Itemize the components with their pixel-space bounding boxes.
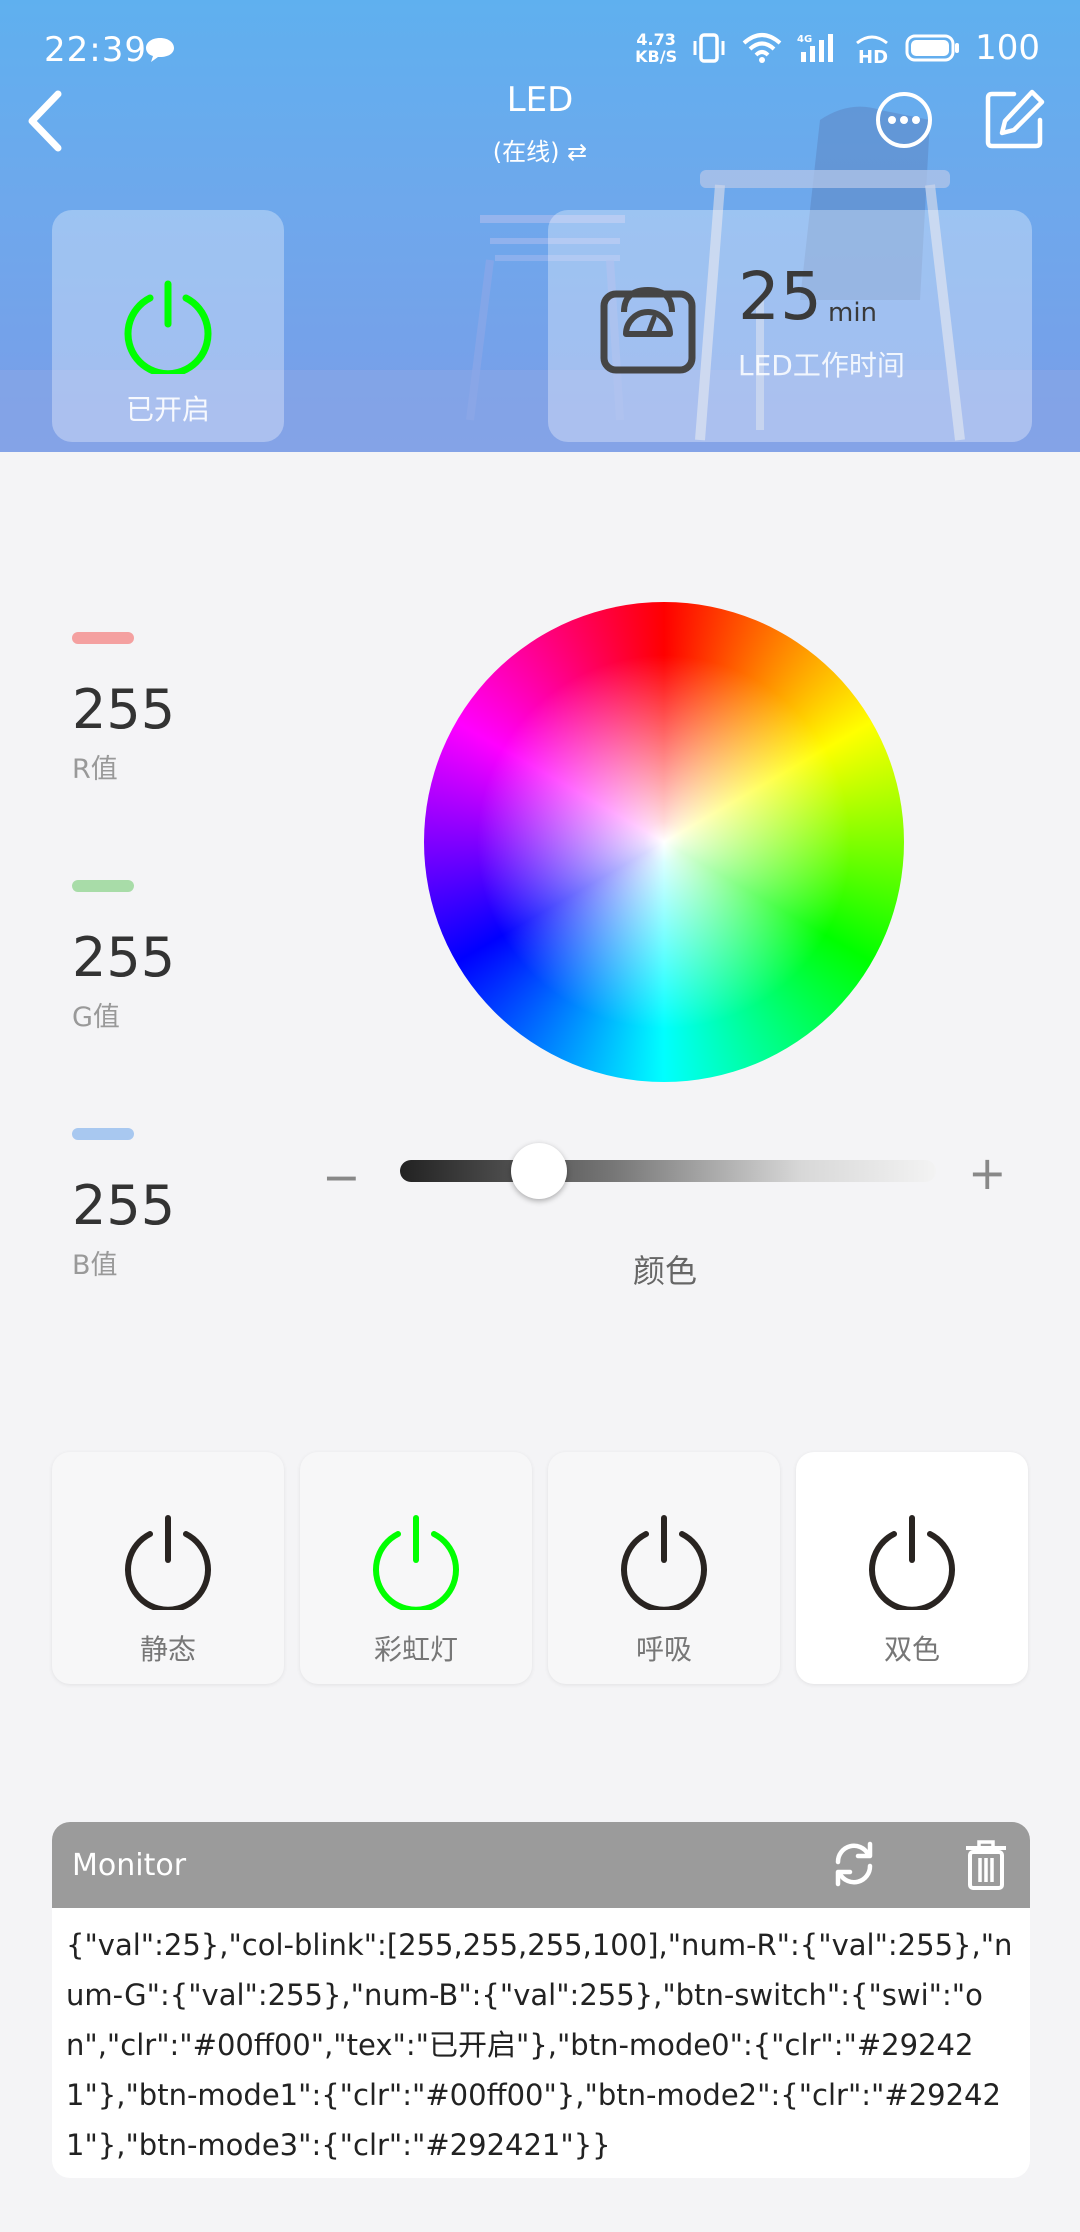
mode-rainbow-label: 彩虹灯 [373, 1633, 458, 1666]
more-options-icon[interactable] [874, 90, 934, 150]
mode-rainbow-button[interactable]: 彩虹灯 [300, 1452, 532, 1684]
header-banner: 22:39 4.73 KB/S 4G HD 100 LED (在线) ⇄ 已开启… [0, 0, 1080, 452]
chat-notification-icon [146, 38, 174, 62]
hd-call-icon: HD [856, 35, 888, 65]
vibrate-icon [693, 33, 725, 63]
network-speed: 4.73 KB/S [635, 30, 678, 66]
r-value-item: 255 R值 [72, 632, 175, 786]
g-color-bar [72, 880, 134, 892]
svg-text:4G: 4G [797, 34, 812, 45]
slider-caption: 颜色 [632, 1252, 697, 1290]
work-time-card: 25 min LED工作时间 [548, 210, 1032, 442]
mode-dual-color-button[interactable]: 双色 [796, 1452, 1028, 1684]
power-icon [621, 1515, 707, 1610]
color-wheel[interactable] [424, 602, 904, 1082]
b-value: 255 [72, 1174, 176, 1237]
power-switch-card[interactable]: 已开启 [52, 210, 284, 442]
cellular-4g-icon: 4G [797, 34, 834, 62]
work-time-value: 25 [738, 258, 822, 335]
work-time-caption: LED工作时间 [738, 349, 905, 382]
power-status-label: 已开启 [125, 393, 210, 426]
status-icons: 4.73 KB/S 4G HD 100 [635, 28, 1040, 68]
refresh-icon[interactable] [828, 1838, 880, 1890]
monitor-panel: Monitor {"val":25},"col-blink":[255,255,… [52, 1822, 1030, 2178]
g-label: G值 [72, 1002, 120, 1033]
mode-breathing-button[interactable]: 呼吸 [548, 1452, 780, 1684]
b-color-bar [72, 1128, 134, 1140]
wifi-icon [742, 33, 782, 63]
monitor-log: {"val":25},"col-blink":[255,255,255,100]… [66, 1928, 1013, 2162]
mode-static-button[interactable]: 静态 [52, 1452, 284, 1684]
power-icon [124, 280, 212, 374]
slider-minus-button[interactable]: − [322, 1150, 361, 1204]
svg-text:HD: HD [858, 47, 888, 65]
status-time: 22:39 [44, 30, 147, 70]
mode-static-label: 静态 [139, 1633, 196, 1666]
g-value: 255 [72, 926, 176, 989]
r-label: R值 [72, 754, 118, 785]
battery-icon [905, 34, 960, 62]
battery-level: 100 [975, 28, 1040, 68]
r-value: 255 [72, 678, 176, 741]
trash-icon[interactable] [964, 1840, 1008, 1890]
power-icon [869, 1515, 955, 1610]
color-slider-track[interactable] [400, 1160, 936, 1182]
slider-plus-button[interactable]: + [968, 1146, 1007, 1200]
power-icon [125, 1515, 211, 1610]
monitor-header: Monitor [52, 1822, 1030, 1908]
edit-icon[interactable] [984, 88, 1046, 150]
mode-breathing-label: 呼吸 [635, 1633, 692, 1666]
work-time-unit: min [828, 298, 878, 328]
gauge-scale-icon [600, 286, 696, 374]
g-value-item: 255 G值 [72, 880, 175, 1034]
power-icon [373, 1515, 459, 1610]
r-color-bar [72, 632, 134, 644]
color-slider-handle[interactable] [511, 1143, 568, 1199]
monitor-title: Monitor [72, 1848, 187, 1883]
mode-dual-color-label: 双色 [883, 1633, 940, 1666]
